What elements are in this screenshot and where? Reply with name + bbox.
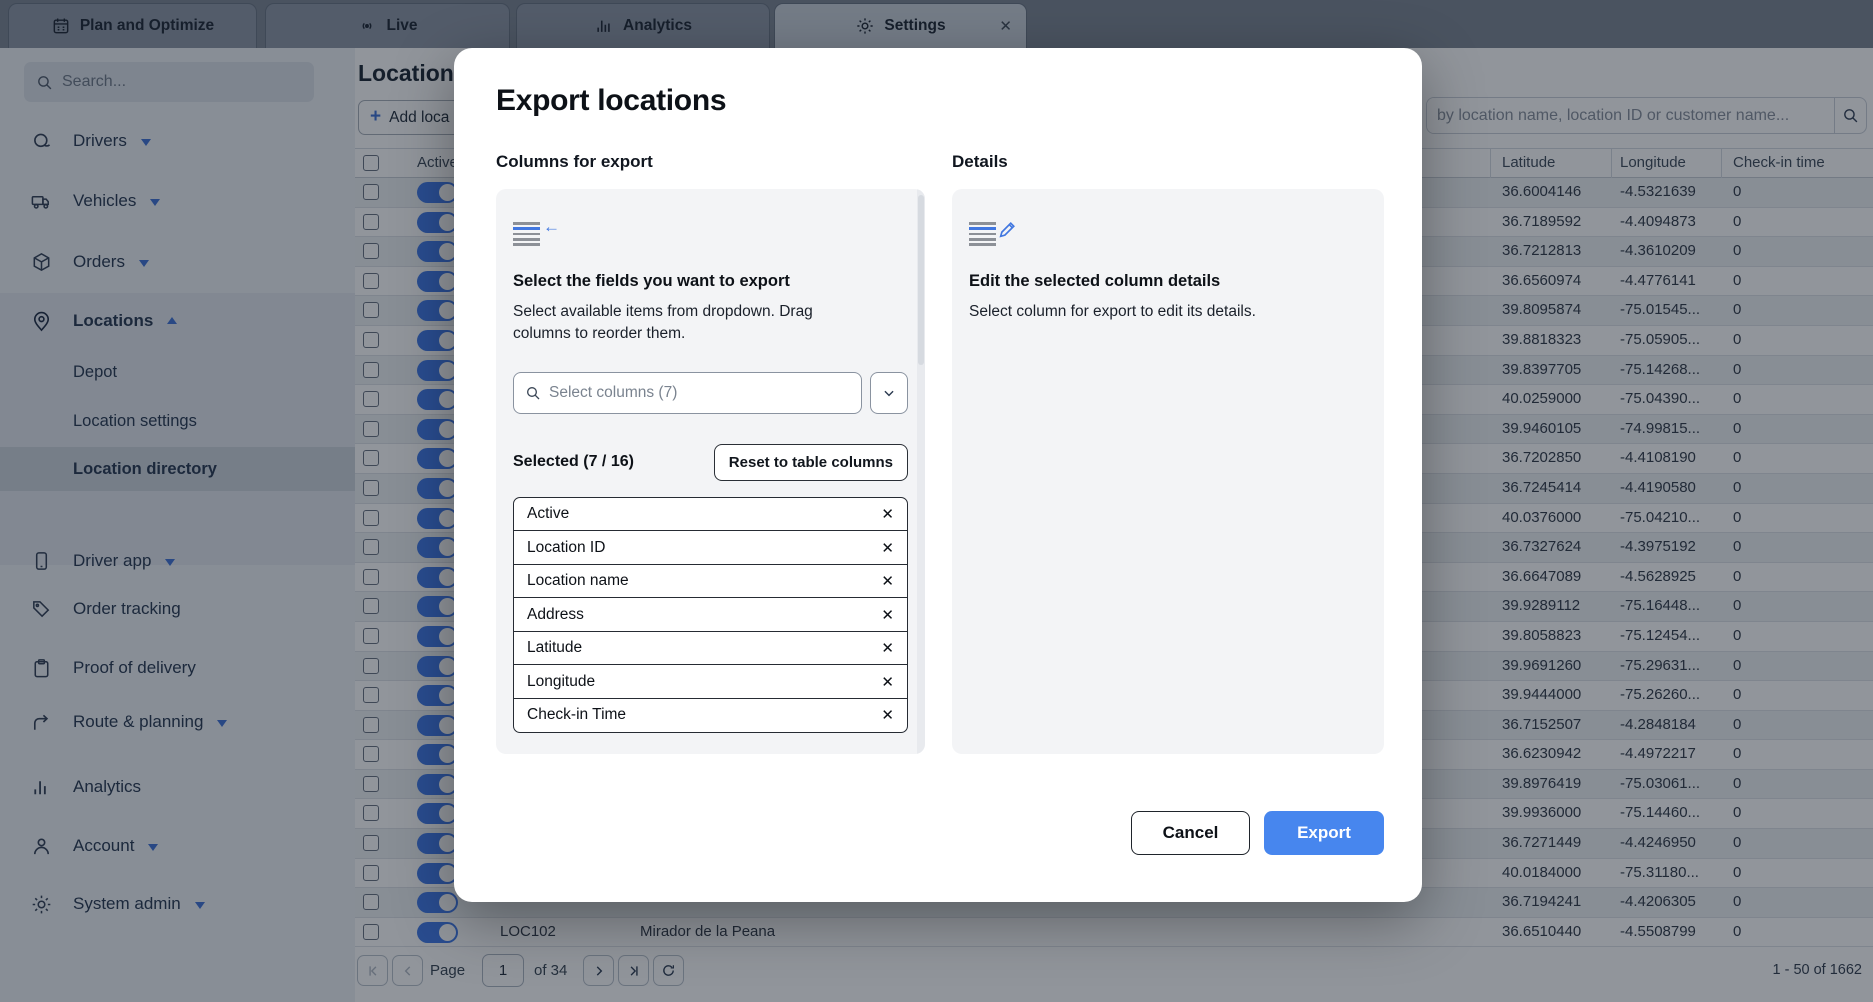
remove-column-icon[interactable]: ✕ (881, 539, 894, 557)
columns-for-export-title: Columns for export (496, 152, 925, 172)
select-columns-dropdown[interactable] (513, 372, 862, 414)
arrow-left-icon: ← (543, 217, 560, 237)
export-locations-modal: Export locations Columns for export ← Se… (454, 48, 1422, 902)
export-columns-icon: ← (513, 220, 565, 246)
column-label: Latitude (527, 639, 582, 657)
export-button[interactable]: Export (1264, 811, 1384, 855)
selected-column-item[interactable]: Location ID ✕ (513, 530, 908, 565)
cancel-button[interactable]: Cancel (1131, 811, 1250, 855)
column-label: Location name (527, 572, 629, 590)
remove-column-icon[interactable]: ✕ (881, 505, 894, 523)
selected-column-item[interactable]: Check-in Time ✕ (513, 698, 908, 733)
selected-column-item[interactable]: Latitude ✕ (513, 631, 908, 666)
selected-column-item[interactable]: Address ✕ (513, 597, 908, 632)
selected-column-item[interactable]: Active ✕ (513, 497, 908, 532)
panel-scrollbar[interactable] (917, 189, 925, 754)
panel-heading: Edit the selected column details (969, 272, 1367, 291)
modal-title: Export locations (496, 84, 726, 118)
panel-description: Select column for export to edit its det… (969, 301, 1321, 323)
remove-column-icon[interactable]: ✕ (881, 673, 894, 691)
app-screen: Plan and Optimize Live Analytics Setting… (0, 0, 1873, 1002)
dropdown-toggle-button[interactable] (870, 372, 908, 414)
panel-heading: Select the fields you want to export (513, 272, 908, 291)
column-label: Location ID (527, 539, 605, 557)
remove-column-icon[interactable]: ✕ (881, 706, 894, 724)
selected-column-item[interactable]: Longitude ✕ (513, 664, 908, 699)
pencil-icon (997, 218, 1019, 240)
column-label: Longitude (527, 673, 595, 691)
column-label: Active (527, 505, 569, 523)
search-icon (525, 385, 541, 401)
select-columns-input[interactable] (549, 384, 850, 402)
remove-column-icon[interactable]: ✕ (881, 572, 894, 590)
selected-column-item[interactable]: Location name ✕ (513, 564, 908, 599)
column-label: Address (527, 606, 584, 624)
selected-count-label: Selected (7 / 16) (513, 453, 634, 471)
details-title: Details (952, 152, 1384, 172)
column-label: Check-in Time (527, 706, 626, 724)
columns-export-panel: ← Select the fields you want to export S… (496, 189, 925, 754)
details-panel: Edit the selected column details Select … (952, 189, 1384, 754)
panel-description: Select available items from dropdown. Dr… (513, 301, 865, 346)
remove-column-icon[interactable]: ✕ (881, 639, 894, 657)
reset-to-table-columns-button[interactable]: Reset to table columns (714, 444, 908, 481)
edit-column-icon (969, 220, 1021, 246)
remove-column-icon[interactable]: ✕ (881, 606, 894, 624)
selected-columns-list: Active ✕ Location ID ✕ Location name (513, 497, 908, 733)
